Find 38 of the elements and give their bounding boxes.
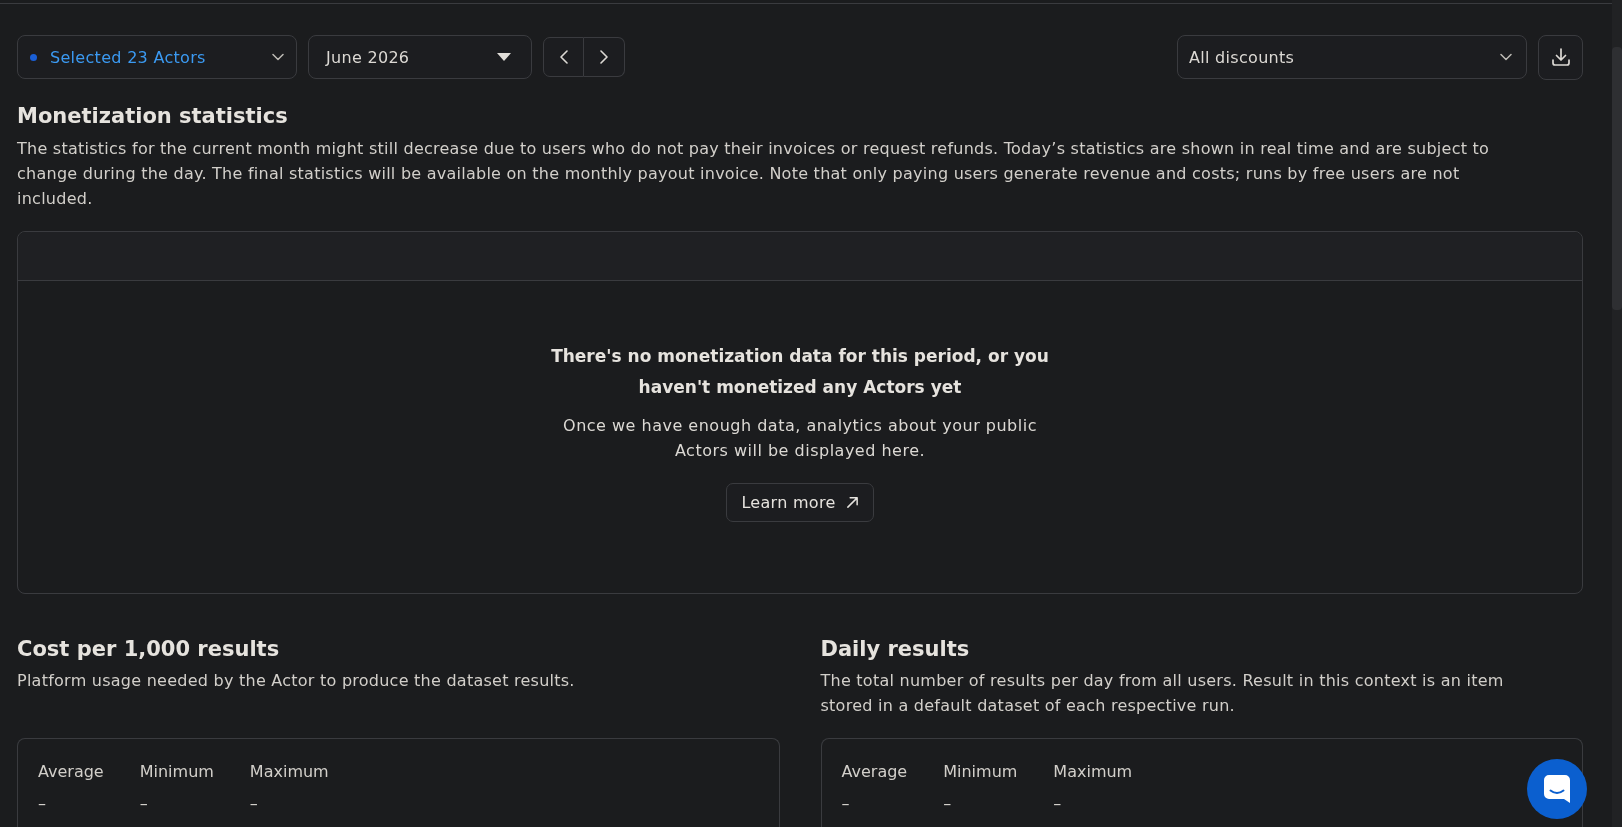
- section-title: Monetization statistics: [17, 103, 289, 130]
- stat-value: –: [38, 793, 47, 815]
- section-description: The total number of results per day from all users. Result in this context is an item stored in a default dataset of each respective run.: [820, 670, 1505, 717]
- dot-icon: [30, 53, 37, 61]
- section-title: Daily results: [820, 636, 971, 663]
- download-icon: [1550, 47, 1571, 67]
- empty-state-message: Once we have enough data, analytics about your public Actors will be displayed here.: [562, 415, 1038, 462]
- learn-more-button[interactable]: Learn more: [726, 483, 874, 522]
- chevron-right-icon: [600, 50, 608, 64]
- chevron-down-icon: [1500, 53, 1512, 61]
- stat-value: –: [1053, 793, 1063, 815]
- stat-label: Minimum: [943, 761, 1018, 783]
- stat-value: –: [841, 793, 851, 815]
- chevron-left-icon: [559, 50, 568, 64]
- empty-state-title: There's no monetization data for this period, or you haven't monetized any Actors yet: [550, 345, 1050, 399]
- discount-select[interactable]: All discounts: [1177, 35, 1527, 79]
- previous-button[interactable]: [543, 37, 584, 77]
- stat-label: Minimum: [139, 761, 214, 783]
- section-title: Cost per 1,000 results: [17, 636, 281, 663]
- next-button[interactable]: [584, 37, 625, 77]
- chat-icon: [1544, 775, 1570, 803]
- section-description: Platform usage needed by the Actor to produce the dataset results.: [17, 670, 576, 692]
- stat-label: Maximum: [249, 761, 329, 783]
- stat-label: Average: [841, 761, 908, 783]
- stat-label: Maximum: [1053, 761, 1133, 783]
- scrollbar-track[interactable]: [1612, 0, 1622, 827]
- stat-value: –: [943, 793, 953, 815]
- month-select[interactable]: June 2026: [308, 35, 532, 79]
- stat-value: –: [139, 793, 149, 815]
- chat-button[interactable]: [1527, 759, 1587, 819]
- stat-label: Average: [38, 761, 104, 783]
- download-button[interactable]: [1538, 34, 1583, 80]
- stat-value: –: [249, 793, 259, 815]
- caret-down-icon: [497, 53, 511, 61]
- actor-select[interactable]: Selected 23 Actors: [17, 35, 297, 79]
- chevron-down-icon: [272, 53, 284, 61]
- section-description: The statistics for the current month might still decrease due to users who do not pay their invoices or request refunds. Today’s statistics are shown in real time and are subject to change during the day. The final statistics will be available on the monthly payout invoice. Note that only paying users generate revenue and costs; runs by free users are not included.: [17, 138, 1491, 210]
- arrow-up-right-icon: [845, 496, 859, 509]
